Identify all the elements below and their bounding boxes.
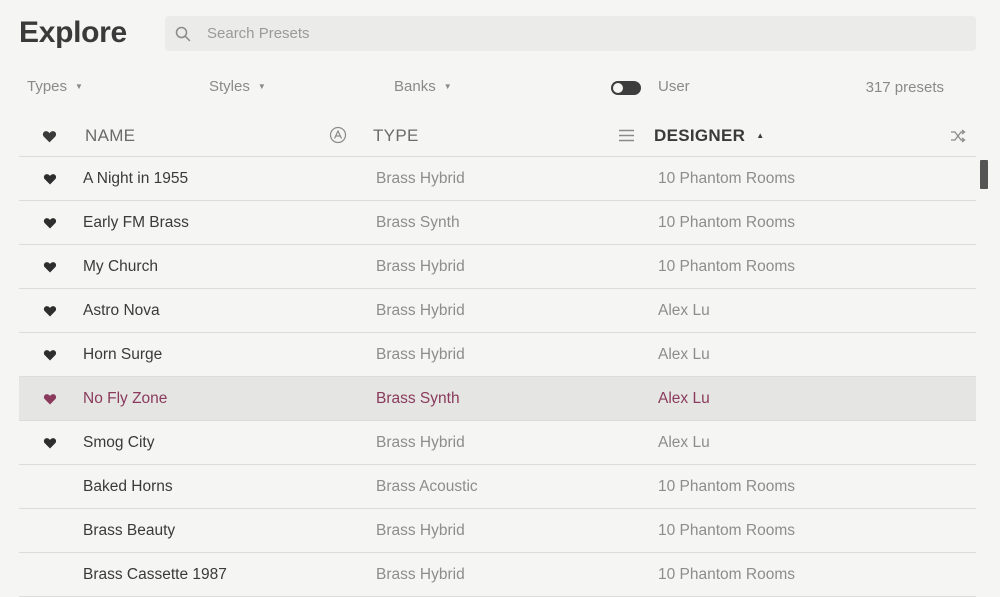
toggle-knob <box>613 83 623 93</box>
preset-name: Brass Cassette 1987 <box>83 566 227 583</box>
preset-designer: Alex Lu <box>658 434 710 451</box>
preset-designer: 10 Phantom Rooms <box>658 566 795 583</box>
heart-icon[interactable] <box>42 130 57 143</box>
banks-filter-label: Banks <box>394 78 436 95</box>
search-bar[interactable] <box>165 16 976 51</box>
search-input[interactable] <box>207 25 907 42</box>
preset-type: Brass Hybrid <box>376 302 465 319</box>
preset-list: A Night in 1955 Brass Hybrid 10 Phantom Ro… <box>19 157 976 597</box>
heart-icon[interactable] <box>43 305 57 317</box>
preset-designer: 10 Phantom Rooms <box>658 478 795 495</box>
heart-icon[interactable] <box>43 217 57 229</box>
styles-filter-label: Styles <box>209 78 250 95</box>
column-header-designer[interactable]: DESIGNER ▲ <box>654 126 764 146</box>
preset-type: Brass Hybrid <box>376 434 465 451</box>
preset-designer: 10 Phantom Rooms <box>658 214 795 231</box>
chevron-down-icon: ▼ <box>443 82 452 91</box>
table-row[interactable]: Astro Nova Brass Hybrid Alex Lu <box>19 289 976 333</box>
preset-designer: 10 Phantom Rooms <box>658 258 795 275</box>
preset-designer: Alex Lu <box>658 390 710 407</box>
table-row[interactable]: A Night in 1955 Brass Hybrid 10 Phantom Ro… <box>19 157 976 201</box>
preset-type: Brass Hybrid <box>376 566 465 583</box>
preset-name: A Night in 1955 <box>83 170 189 187</box>
table-row[interactable]: Brass Beauty Brass Hybrid 10 Phantom Rooms <box>19 509 976 553</box>
table-row[interactable]: Early FM Brass Brass Synth 10 Phantom Room… <box>19 201 976 245</box>
user-toggle-label: User <box>658 78 690 95</box>
search-icon <box>175 26 191 41</box>
arturia-logo-icon[interactable] <box>329 126 347 144</box>
preset-designer: Alex Lu <box>658 302 710 319</box>
preset-name: No Fly Zone <box>83 390 168 407</box>
sort-ascending-icon: ▲ <box>756 131 765 140</box>
shuffle-icon[interactable] <box>950 129 966 143</box>
table-row[interactable]: No Fly Zone Brass Synth Alex Lu <box>19 377 976 421</box>
preset-type: Brass Synth <box>376 390 460 407</box>
preset-count: 317 presets <box>865 79 944 96</box>
types-filter-label: Types <box>27 78 68 95</box>
preset-designer: Alex Lu <box>658 346 710 363</box>
preset-type: Brass Hybrid <box>376 522 465 539</box>
heart-icon[interactable] <box>43 173 57 185</box>
table-row[interactable]: Horn Surge Brass Hybrid Alex Lu <box>19 333 976 377</box>
preset-name: Smog City <box>83 434 155 451</box>
heart-icon[interactable] <box>43 261 57 273</box>
preset-type: Brass Synth <box>376 214 460 231</box>
banks-filter[interactable]: Banks ▼ <box>394 78 452 95</box>
table-row[interactable]: My Church Brass Hybrid 10 Phantom Rooms <box>19 245 976 289</box>
preset-name: My Church <box>83 258 158 275</box>
user-toggle[interactable] <box>611 81 641 95</box>
styles-filter[interactable]: Styles ▼ <box>209 78 266 95</box>
heart-icon[interactable] <box>43 437 57 449</box>
column-header-name[interactable]: NAME <box>85 126 135 146</box>
preset-name: Early FM Brass <box>83 214 189 231</box>
heart-icon[interactable] <box>43 349 57 361</box>
preset-type: Brass Acoustic <box>376 478 478 495</box>
table-row[interactable]: Baked Horns Brass Acoustic 10 Phantom Room… <box>19 465 976 509</box>
preset-type: Brass Hybrid <box>376 346 465 363</box>
chevron-down-icon: ▼ <box>75 82 83 91</box>
preset-name: Astro Nova <box>83 302 160 319</box>
chevron-down-icon: ▼ <box>257 82 266 91</box>
menu-icon[interactable] <box>619 129 634 142</box>
preset-designer: 10 Phantom Rooms <box>658 522 795 539</box>
preset-designer: 10 Phantom Rooms <box>658 170 795 187</box>
page-title: Explore <box>19 16 127 49</box>
types-filter[interactable]: Types ▼ <box>27 78 83 95</box>
table-row[interactable]: Smog City Brass Hybrid Alex Lu <box>19 421 976 465</box>
table-header: NAME TYPE DESIGNER ▲ <box>19 116 976 157</box>
column-header-designer-label: DESIGNER <box>654 126 746 145</box>
scrollbar-thumb[interactable] <box>980 160 988 189</box>
preset-name: Brass Beauty <box>83 522 176 539</box>
table-row[interactable]: Brass Cassette 1987 Brass Hybrid 10 Phanto… <box>19 553 976 597</box>
heart-icon[interactable] <box>43 393 57 405</box>
preset-type: Brass Hybrid <box>376 170 465 187</box>
column-header-type[interactable]: TYPE <box>373 126 419 146</box>
preset-type: Brass Hybrid <box>376 258 465 275</box>
preset-name: Horn Surge <box>83 346 163 363</box>
preset-name: Baked Horns <box>83 478 173 495</box>
